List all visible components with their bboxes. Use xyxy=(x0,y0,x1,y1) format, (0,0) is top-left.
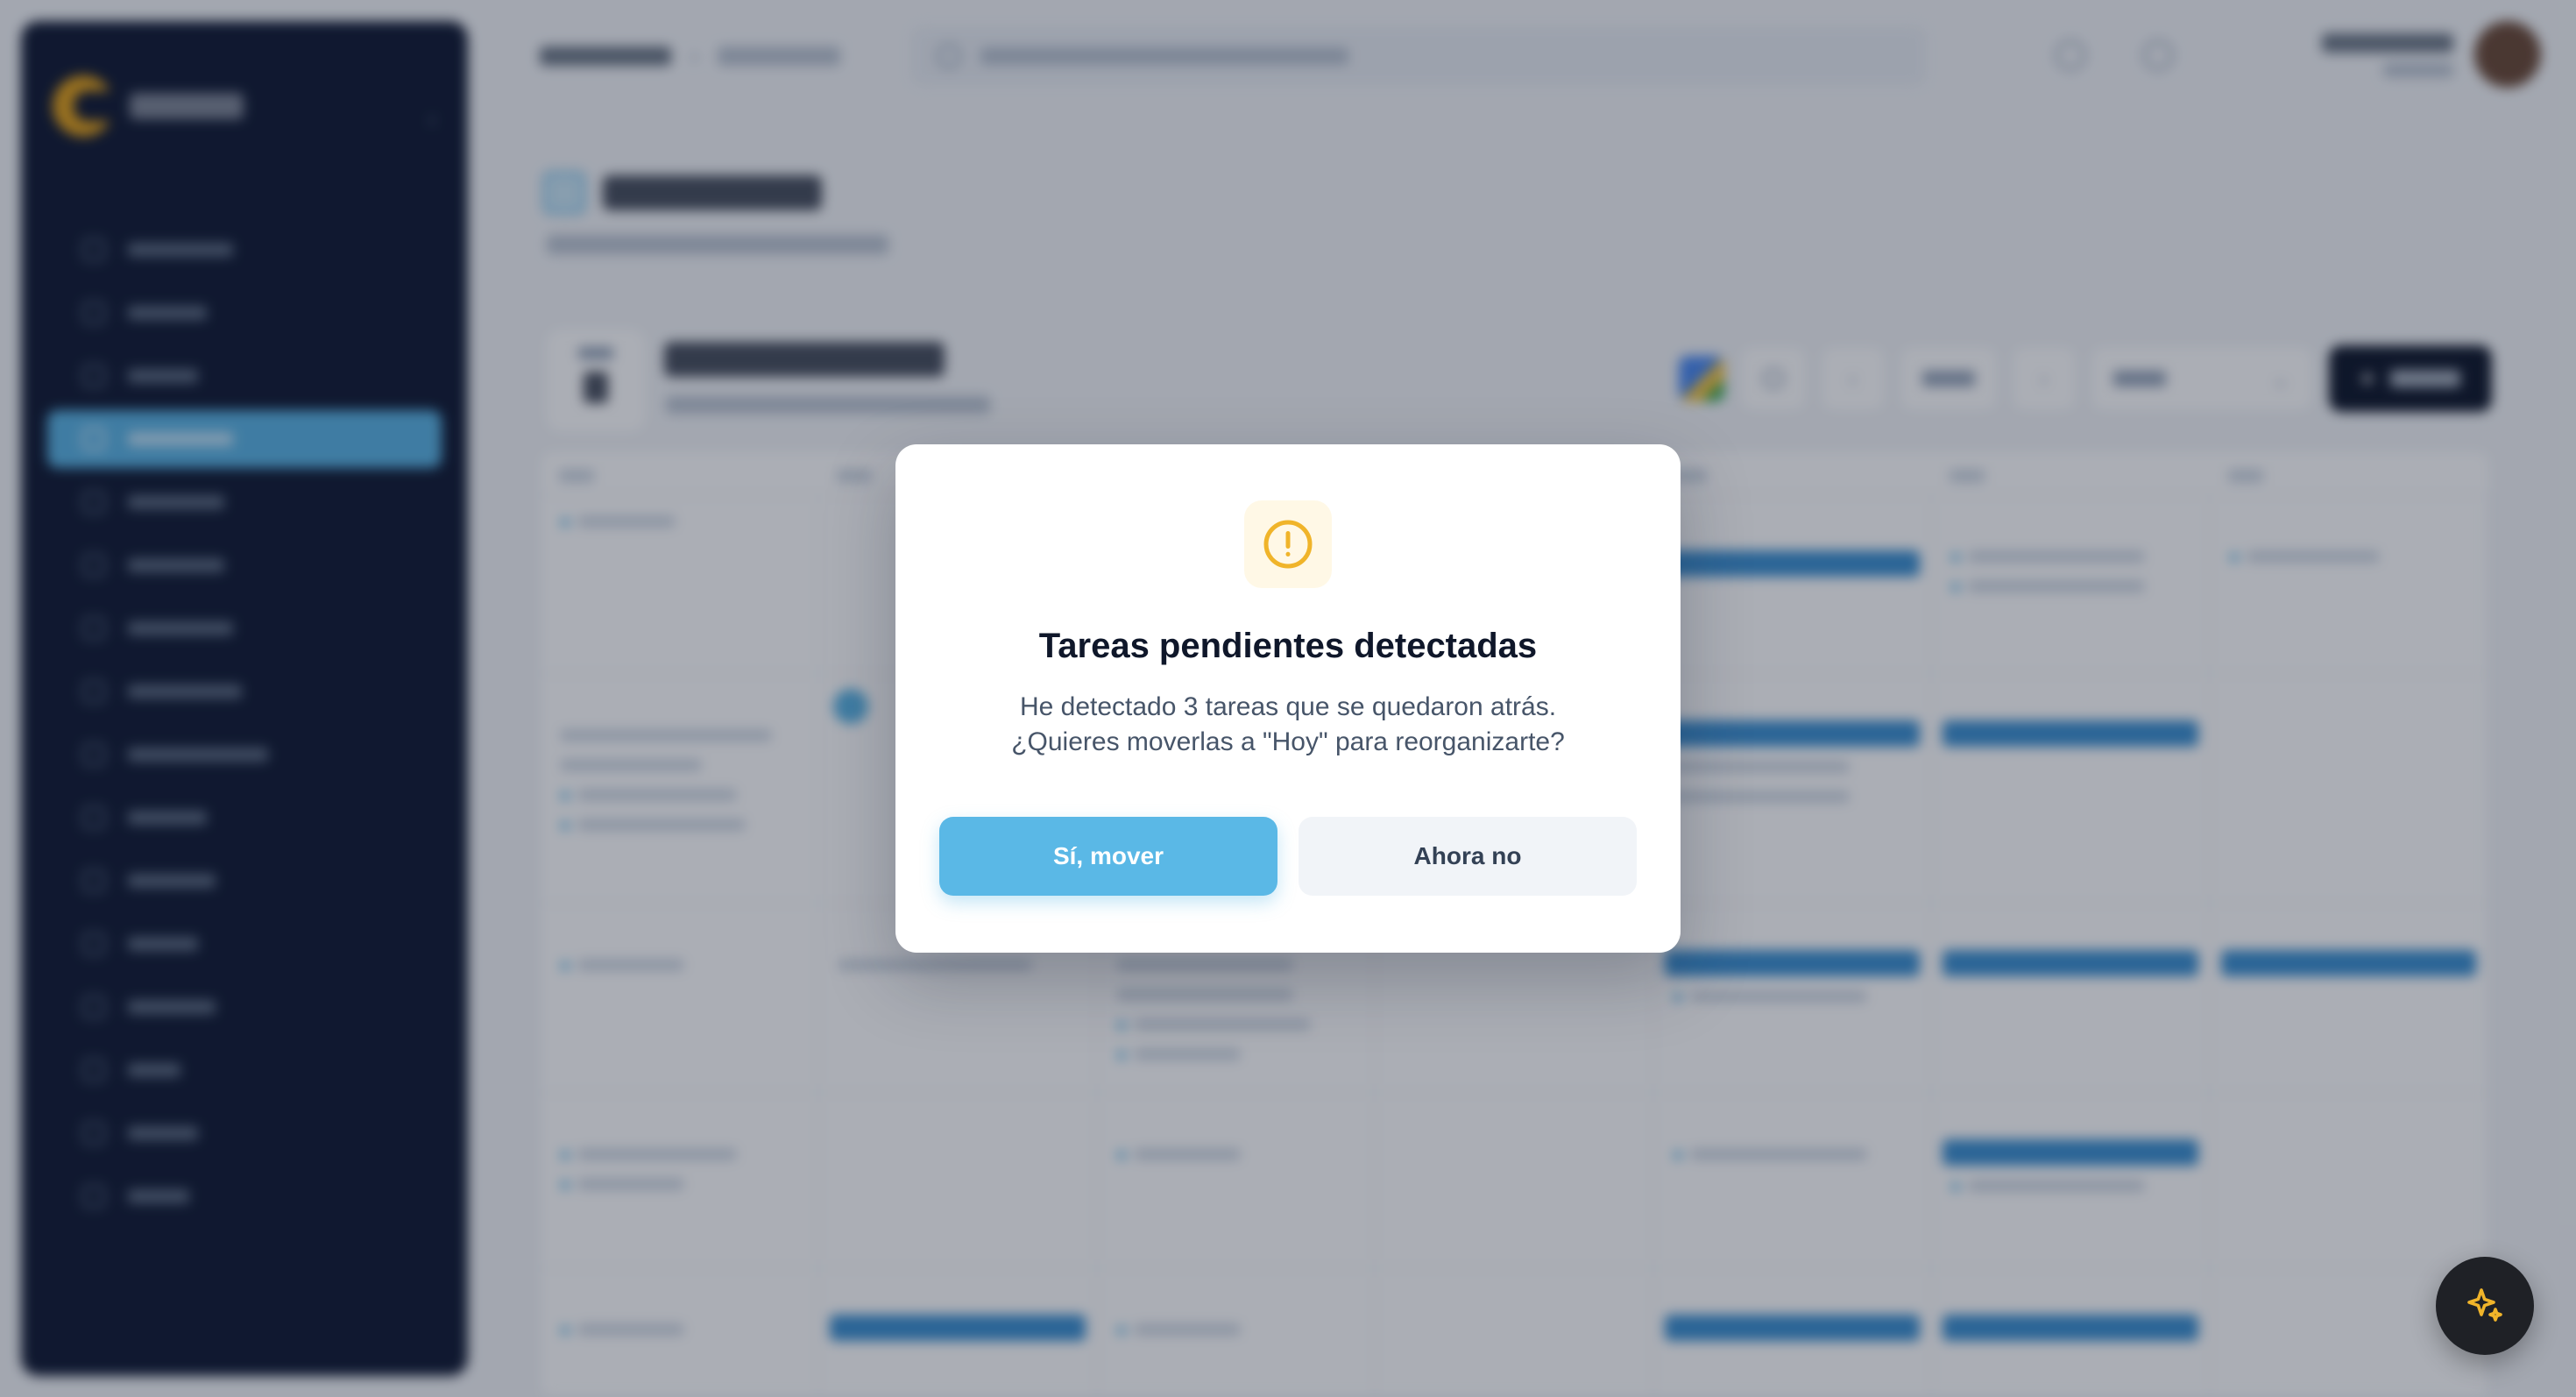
ai-assistant-button[interactable] xyxy=(2436,1257,2534,1355)
alert-circle-icon xyxy=(1263,520,1313,569)
pending-tasks-dialog: Tareas pendientes detectadas He detectad… xyxy=(895,444,1681,953)
alert-icon-container xyxy=(1244,500,1332,588)
confirm-move-button[interactable]: Sí, mover xyxy=(939,817,1277,896)
dialog-message: He detectado 3 tareas que se quedaron at… xyxy=(948,690,1628,760)
dialog-title: Tareas pendientes detectadas xyxy=(1038,627,1538,665)
dismiss-button[interactable]: Ahora no xyxy=(1299,817,1637,896)
sparkles-icon xyxy=(2467,1288,2502,1322)
dialog-message-line: ¿Quieres moverlas a "Hoy" para reorganiz… xyxy=(1011,727,1565,756)
dialog-message-line: He detectado 3 tareas que se quedaron at… xyxy=(1019,692,1557,721)
